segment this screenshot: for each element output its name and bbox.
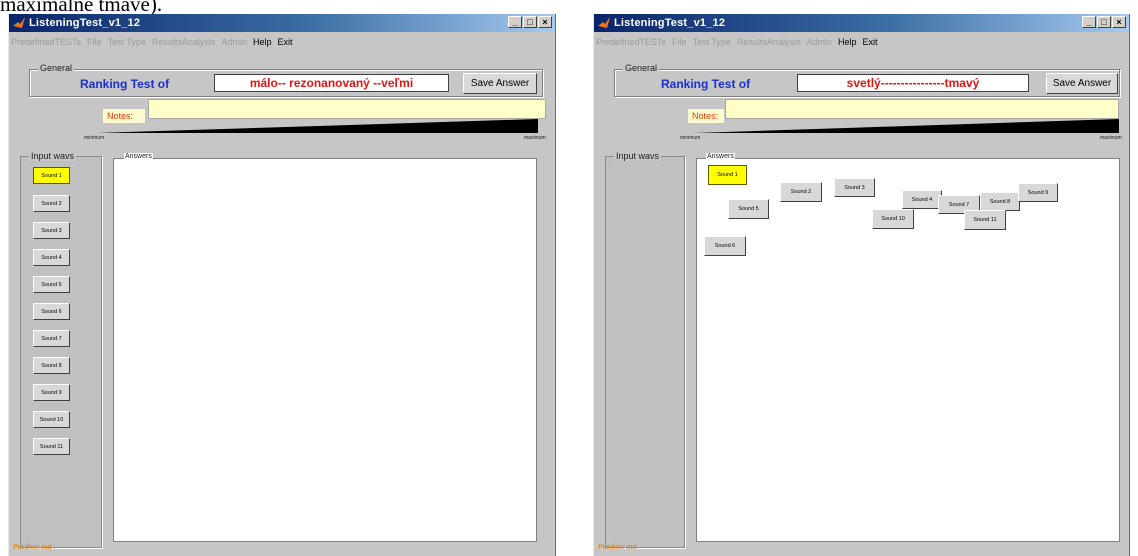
minimize-button[interactable]: _: [508, 16, 522, 28]
sound-button-3[interactable]: Sound 3: [33, 222, 70, 239]
ranking-field[interactable]: málo-- rezonanovaný --veľmi: [214, 74, 449, 92]
answers-legend: Answers: [124, 153, 153, 160]
sound-button-5[interactable]: Sound 5: [728, 199, 769, 219]
menu-exit[interactable]: Exit: [277, 37, 292, 47]
listening-test-window-left: ListeningTest_v1_12 _ □ × PredefinedTEST…: [8, 14, 556, 556]
ranking-field[interactable]: svetlý----------------tmavý: [797, 74, 1029, 92]
close-button[interactable]: ×: [1112, 16, 1126, 28]
menu-results-analysis[interactable]: ResultsAnalysis: [737, 37, 801, 47]
title-bar[interactable]: ListeningTest_v1_12 _ □ ×: [594, 14, 1129, 32]
sound-button-6[interactable]: Sound 6: [33, 303, 70, 320]
menu-help[interactable]: Help: [838, 37, 857, 47]
sound-button-2[interactable]: Sound 2: [780, 182, 822, 202]
input-wavs-panel: Input wavs: [605, 151, 685, 548]
sound-button-8[interactable]: Sound 8: [33, 357, 70, 374]
menu-bar: PredefinedTESTs File Test Type ResultsAn…: [11, 34, 293, 49]
status-text: Position: out: [598, 544, 637, 551]
menu-admin[interactable]: Admin: [221, 37, 247, 47]
slider-min-label: minimum: [680, 135, 701, 141]
sound-button-8[interactable]: Sound 8: [980, 192, 1020, 211]
title-bar[interactable]: ListeningTest_v1_12 _ □ ×: [9, 14, 555, 32]
sound-button-4[interactable]: Sound 4: [902, 190, 942, 209]
menu-exit[interactable]: Exit: [862, 37, 877, 47]
status-text: Position: out: [13, 544, 52, 551]
save-answer-button[interactable]: Save Answer: [463, 73, 537, 94]
window-title: ListeningTest_v1_12: [614, 17, 726, 29]
menu-bar: PredefinedTESTs File Test Type ResultsAn…: [596, 34, 878, 49]
matlab-icon: [598, 17, 610, 28]
notes-field[interactable]: [148, 99, 546, 119]
window-title: ListeningTest_v1_12: [29, 17, 141, 29]
sound-button-2[interactable]: Sound 2: [33, 195, 70, 212]
menu-file[interactable]: File: [672, 37, 687, 47]
sound-button-9[interactable]: Sound 9: [1018, 183, 1058, 202]
listening-test-window-right: ListeningTest_v1_12 _ □ × PredefinedTEST…: [593, 14, 1130, 556]
notes-field[interactable]: [725, 99, 1119, 119]
sound-button-1[interactable]: Sound 1: [33, 167, 70, 184]
sound-button-5[interactable]: Sound 5: [33, 276, 70, 293]
menu-test-type[interactable]: Test Type: [108, 37, 146, 47]
matlab-icon: [13, 17, 25, 28]
menu-help[interactable]: Help: [253, 37, 272, 47]
general-legend: General: [38, 63, 75, 73]
close-button[interactable]: ×: [538, 16, 552, 28]
slider-max-label: maximum: [1100, 135, 1122, 141]
menu-predefined-tests[interactable]: PredefinedTESTs: [596, 37, 666, 47]
maximize-button[interactable]: □: [523, 16, 537, 28]
input-wavs-panel: Input wavs: [20, 151, 102, 548]
sound-button-3[interactable]: Sound 3: [834, 178, 875, 197]
answers-area[interactable]: [113, 158, 537, 542]
level-wedge: [97, 119, 538, 133]
sound-button-6[interactable]: Sound 6: [704, 236, 746, 256]
input-wavs-legend: Input wavs: [29, 151, 77, 161]
sound-button-9[interactable]: Sound 9: [33, 384, 70, 401]
sound-button-10[interactable]: Sound 10: [872, 209, 914, 229]
ranking-label: Ranking Test of: [80, 77, 170, 91]
menu-results-analysis[interactable]: ResultsAnalysis: [152, 37, 216, 47]
ranking-label: Ranking Test of: [661, 77, 751, 91]
sound-button-10[interactable]: Sound 10: [33, 411, 70, 428]
input-wavs-legend: Input wavs: [614, 151, 662, 161]
save-answer-button[interactable]: Save Answer: [1046, 73, 1118, 94]
level-wedge: [695, 119, 1119, 133]
sound-button-4[interactable]: Sound 4: [33, 249, 70, 266]
menu-file[interactable]: File: [87, 37, 102, 47]
menu-admin[interactable]: Admin: [806, 37, 832, 47]
sound-button-1[interactable]: Sound 1: [708, 165, 747, 185]
sound-button-7[interactable]: Sound 7: [33, 330, 70, 347]
minimize-button[interactable]: _: [1082, 16, 1096, 28]
maximize-button[interactable]: □: [1097, 16, 1111, 28]
sound-button-11[interactable]: Sound 11: [964, 210, 1006, 230]
slider-min-label: minimum: [84, 135, 105, 141]
slider-max-label: maximum: [524, 135, 546, 141]
menu-test-type[interactable]: Test Type: [693, 37, 731, 47]
sound-button-11[interactable]: Sound 11: [33, 438, 70, 455]
answers-legend: Answers: [706, 153, 735, 160]
general-legend: General: [623, 63, 660, 73]
menu-predefined-tests[interactable]: PredefinedTESTs: [11, 37, 81, 47]
